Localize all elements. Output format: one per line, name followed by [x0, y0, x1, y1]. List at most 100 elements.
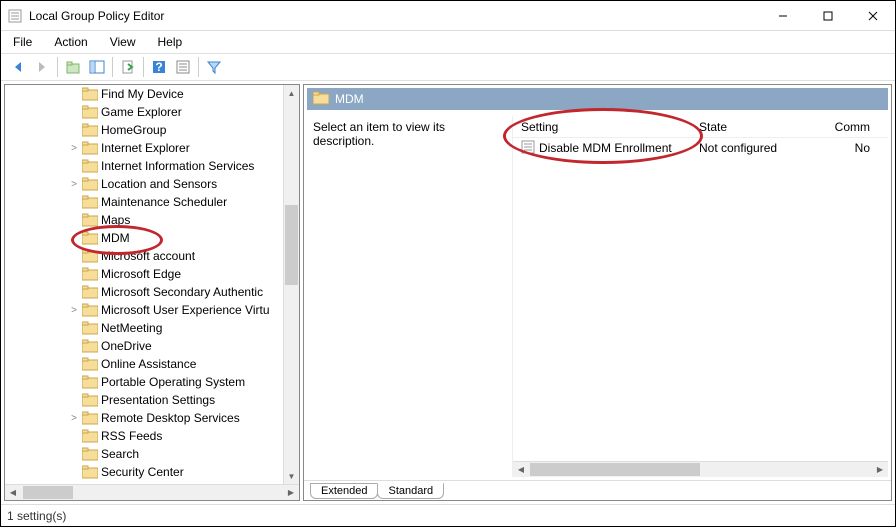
menu-action[interactable]: Action: [50, 33, 91, 51]
folder-icon: [81, 429, 99, 443]
expander-icon[interactable]: >: [67, 305, 81, 316]
folder-icon: [81, 447, 99, 461]
tree-item-label: Remote Desktop Services: [99, 411, 240, 425]
status-bar: 1 setting(s): [1, 504, 895, 526]
help-button[interactable]: ?: [148, 56, 170, 78]
scroll-thumb[interactable]: [23, 486, 73, 499]
scroll-thumb[interactable]: [285, 205, 298, 285]
column-state[interactable]: State: [691, 120, 811, 134]
folder-icon: [81, 303, 99, 317]
export-button[interactable]: [117, 56, 139, 78]
minimize-button[interactable]: [760, 1, 805, 30]
menu-file[interactable]: File: [9, 33, 36, 51]
tree-item-label: Security Center: [99, 465, 184, 479]
forward-button[interactable]: [31, 56, 53, 78]
folder-icon: [81, 249, 99, 263]
tree-vertical-scrollbar[interactable]: ▲ ▼: [283, 85, 299, 484]
tree-horizontal-scrollbar[interactable]: ◀ ▶: [5, 484, 299, 500]
tree-item[interactable]: Microsoft account: [5, 247, 283, 265]
folder-header: MDM: [307, 88, 888, 110]
scroll-right-icon[interactable]: ▶: [283, 485, 299, 500]
tree-item[interactable]: Find My Device: [5, 85, 283, 103]
setting-state: Not configured: [691, 141, 811, 155]
toolbar: ?: [1, 53, 895, 81]
back-button[interactable]: [7, 56, 29, 78]
description-column: Select an item to view its description.: [307, 116, 512, 477]
tree-item[interactable]: Portable Operating System: [5, 373, 283, 391]
properties-button[interactable]: [172, 56, 194, 78]
show-hide-button[interactable]: [86, 56, 108, 78]
list-horizontal-scrollbar[interactable]: ◀ ▶: [513, 461, 888, 477]
tab-standard[interactable]: Standard: [377, 483, 444, 499]
folder-icon: [81, 231, 99, 245]
setting-comment: No: [811, 141, 888, 155]
folder-icon: [81, 87, 99, 101]
tree-item[interactable]: > Internet Explorer: [5, 139, 283, 157]
tree-item[interactable]: RSS Feeds: [5, 427, 283, 445]
folder-icon: [81, 411, 99, 425]
tree-item-label: Portable Operating System: [99, 375, 245, 389]
tree-item-label: OneDrive: [99, 339, 152, 353]
tree-item[interactable]: Maps: [5, 211, 283, 229]
scroll-left-icon[interactable]: ◀: [513, 462, 529, 477]
tree-item[interactable]: Game Explorer: [5, 103, 283, 121]
filter-button[interactable]: [203, 56, 225, 78]
tree-item[interactable]: Microsoft Secondary Authentic: [5, 283, 283, 301]
toolbar-separator: [57, 57, 58, 77]
settings-row[interactable]: Disable MDM Enrollment Not configured No: [513, 138, 888, 158]
scroll-right-icon[interactable]: ▶: [872, 462, 888, 477]
tree-item[interactable]: > Remote Desktop Services: [5, 409, 283, 427]
app-icon: [7, 8, 23, 24]
maximize-button[interactable]: [805, 1, 850, 30]
tree-item[interactable]: Maintenance Scheduler: [5, 193, 283, 211]
menu-bar: File Action View Help: [1, 31, 895, 53]
folder-icon: [81, 357, 99, 371]
tree-item[interactable]: Internet Information Services: [5, 157, 283, 175]
scroll-down-icon[interactable]: ▼: [284, 468, 299, 484]
tree-item[interactable]: Online Assistance: [5, 355, 283, 373]
tree-item-label: Game Explorer: [99, 105, 182, 119]
folder-icon: [313, 91, 329, 108]
toolbar-separator: [198, 57, 199, 77]
folder-icon: [81, 123, 99, 137]
close-button[interactable]: [850, 1, 895, 30]
up-button[interactable]: [62, 56, 84, 78]
expander-icon[interactable]: >: [67, 413, 81, 424]
tree-pane: Find My Device Game Explorer HomeGroup > Int…: [4, 84, 300, 501]
settings-header[interactable]: Setting State Comm: [513, 116, 888, 138]
scroll-left-icon[interactable]: ◀: [5, 485, 21, 500]
toolbar-separator: [112, 57, 113, 77]
tree-list[interactable]: Find My Device Game Explorer HomeGroup > Int…: [5, 85, 283, 481]
tree-item-label: HomeGroup: [99, 123, 166, 137]
tree-item-label: Maintenance Scheduler: [99, 195, 227, 209]
expander-icon[interactable]: >: [67, 143, 81, 154]
folder-icon: [81, 321, 99, 335]
tree-item[interactable]: NetMeeting: [5, 319, 283, 337]
tree-item[interactable]: OneDrive: [5, 337, 283, 355]
scroll-up-icon[interactable]: ▲: [284, 85, 299, 101]
scroll-thumb[interactable]: [530, 463, 700, 476]
tree-item[interactable]: Security Center: [5, 463, 283, 481]
titlebar: Local Group Policy Editor: [1, 1, 895, 31]
tree-item[interactable]: Presentation Settings: [5, 391, 283, 409]
folder-icon: [81, 141, 99, 155]
folder-icon: [81, 393, 99, 407]
folder-icon: [81, 159, 99, 173]
menu-help[interactable]: Help: [154, 33, 187, 51]
toolbar-separator: [143, 57, 144, 77]
tree-item-label: Microsoft account: [99, 249, 195, 263]
tree-item[interactable]: >Location and Sensors: [5, 175, 283, 193]
expander-icon[interactable]: >: [67, 179, 81, 190]
tree-item[interactable]: Microsoft Edge: [5, 265, 283, 283]
tab-extended[interactable]: Extended: [310, 483, 378, 499]
tree-item-label: Find My Device: [99, 87, 184, 101]
column-comment[interactable]: Comm: [811, 120, 888, 134]
tree-item[interactable]: Search: [5, 445, 283, 463]
tree-item[interactable]: HomeGroup: [5, 121, 283, 139]
tree-item-label: Internet Explorer: [99, 141, 190, 155]
column-setting[interactable]: Setting: [513, 120, 691, 134]
tree-item[interactable]: MDM: [5, 229, 283, 247]
tree-item-label: Online Assistance: [99, 357, 196, 371]
tree-item[interactable]: >Microsoft User Experience Virtu: [5, 301, 283, 319]
menu-view[interactable]: View: [106, 33, 140, 51]
